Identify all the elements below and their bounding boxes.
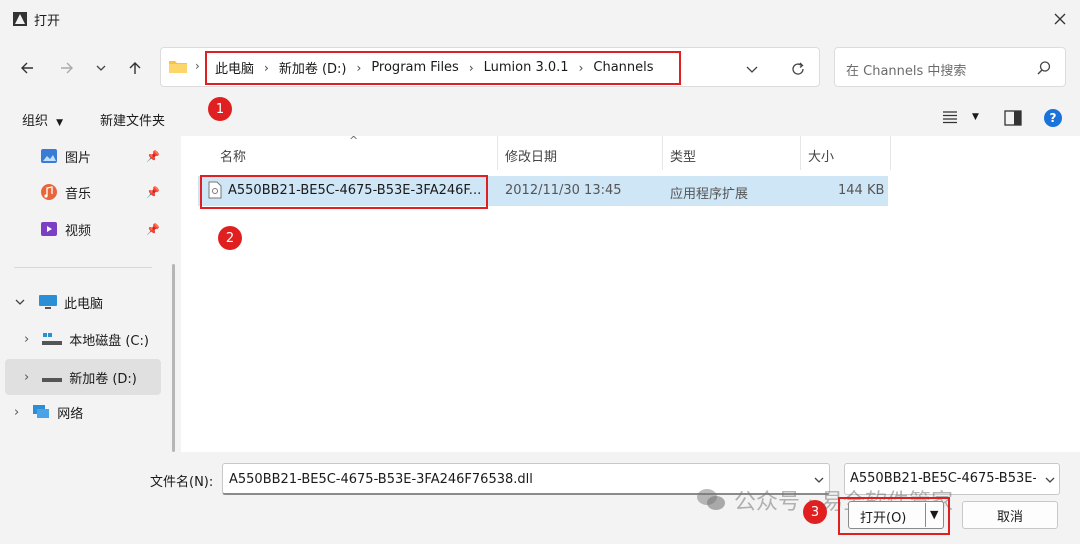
help-icon[interactable]: ? bbox=[1044, 109, 1062, 127]
annotation-badge-1: 1 bbox=[208, 97, 232, 121]
window-title: 打开 bbox=[34, 14, 61, 29]
nav-scrollbar[interactable] bbox=[172, 264, 175, 452]
column-header-type[interactable]: 类型 bbox=[670, 146, 696, 165]
pictures-icon bbox=[41, 149, 57, 163]
breadcrumb-separator-icon: › bbox=[578, 60, 584, 75]
breadcrumb-separator-icon: › bbox=[468, 60, 474, 75]
forward-button[interactable] bbox=[52, 54, 82, 82]
close-button[interactable] bbox=[1046, 6, 1074, 32]
back-button[interactable] bbox=[12, 54, 42, 82]
nav-item-label: 新加卷 (D:) bbox=[69, 371, 137, 387]
nav-item-label: 本地磁盘 (C:) bbox=[69, 333, 149, 349]
search-icon[interactable] bbox=[1036, 60, 1052, 76]
refresh-button[interactable] bbox=[786, 56, 810, 82]
pin-icon[interactable]: 📌 bbox=[146, 186, 160, 199]
folder-icon bbox=[169, 61, 187, 73]
refresh-icon bbox=[792, 62, 804, 75]
address-chevron-icon: › bbox=[195, 59, 200, 73]
nav-item-pictures[interactable]: 图片 📌 bbox=[40, 141, 160, 171]
view-options-button[interactable]: ▼ bbox=[942, 110, 979, 124]
drive-c-icon bbox=[42, 333, 63, 345]
drive-d-icon bbox=[42, 378, 63, 382]
nav-item-drive-c[interactable]: › 本地磁盘 (C:) bbox=[24, 324, 149, 354]
recent-locations-button[interactable] bbox=[86, 54, 116, 82]
nav-item-label: 音乐 bbox=[65, 186, 92, 202]
computer-icon bbox=[39, 295, 57, 309]
nav-item-label: 视频 bbox=[65, 223, 92, 239]
column-separator[interactable] bbox=[890, 136, 891, 170]
preview-pane-icon[interactable] bbox=[1004, 110, 1022, 126]
nav-item-label: 网络 bbox=[57, 406, 84, 422]
column-header-name[interactable]: 名称 bbox=[220, 146, 246, 165]
list-view-icon bbox=[943, 111, 957, 124]
filename-value[interactable]: A550BB21-BE5C-4675-B53E-3FA246F76538.dll bbox=[229, 472, 533, 487]
column-header-modified[interactable]: 修改日期 bbox=[505, 146, 557, 165]
caret-down-icon: ▼ bbox=[972, 112, 979, 122]
sort-ascending-icon: ^ bbox=[349, 134, 359, 147]
nav-item-music[interactable]: 音乐 📌 bbox=[40, 177, 160, 207]
organize-label: 组织 bbox=[22, 114, 49, 129]
wechat-icon bbox=[697, 489, 725, 510]
nav-item-label: 图片 bbox=[65, 150, 92, 166]
breadcrumb-separator-icon: › bbox=[356, 60, 362, 75]
nav-item-label: 此电脑 bbox=[64, 296, 104, 312]
arrow-up-icon bbox=[129, 62, 141, 74]
arrow-left-icon bbox=[21, 62, 33, 74]
chevron-right-icon[interactable]: › bbox=[14, 405, 19, 420]
column-header-size[interactable]: 大小 bbox=[808, 146, 834, 165]
nav-item-this-pc[interactable]: 此电脑 bbox=[14, 287, 103, 317]
annotation-badge-3: 3 bbox=[803, 500, 827, 524]
breadcrumb-drive-d[interactable]: 新加卷 (D:) bbox=[279, 58, 347, 77]
organize-button[interactable]: 组织 ▼ bbox=[22, 110, 63, 129]
nav-item-network[interactable]: › 网络 bbox=[14, 397, 83, 427]
filename-label: 文件名(N): bbox=[150, 475, 214, 490]
arrow-right-icon bbox=[61, 62, 73, 74]
nav-divider bbox=[14, 267, 152, 268]
breadcrumb: 此电脑 › 新加卷 (D:) › Program Files › Lumion … bbox=[215, 58, 654, 77]
network-icon bbox=[33, 405, 50, 418]
pin-icon[interactable]: 📌 bbox=[146, 223, 160, 236]
file-size: 144 KB bbox=[838, 183, 885, 198]
up-button[interactable] bbox=[120, 54, 150, 82]
address-dropdown-icon[interactable] bbox=[740, 56, 764, 82]
new-folder-button[interactable]: 新建文件夹 bbox=[100, 110, 165, 129]
cancel-button[interactable]: 取消 bbox=[962, 501, 1058, 529]
column-separator[interactable] bbox=[662, 136, 663, 170]
breadcrumb-lumion[interactable]: Lumion 3.0.1 bbox=[484, 60, 569, 75]
annotation-badge-2: 2 bbox=[218, 226, 242, 250]
caret-down-icon: ▼ bbox=[56, 118, 64, 128]
breadcrumb-this-pc[interactable]: 此电脑 bbox=[215, 58, 254, 77]
chevron-down-icon bbox=[96, 65, 106, 71]
music-icon bbox=[41, 184, 57, 200]
search-placeholder: 在 Channels 中搜索 bbox=[846, 64, 967, 79]
chevron-down-icon[interactable] bbox=[14, 296, 26, 308]
close-icon bbox=[1054, 13, 1066, 25]
file-highlight-box bbox=[200, 175, 488, 209]
open-highlight-box bbox=[838, 497, 950, 535]
chevron-right-icon[interactable]: › bbox=[24, 370, 29, 385]
videos-icon bbox=[41, 222, 57, 236]
pin-icon[interactable]: 📌 bbox=[146, 150, 160, 163]
chevron-down-icon[interactable] bbox=[1044, 474, 1056, 486]
nav-item-videos[interactable]: 视频 📌 bbox=[40, 214, 160, 244]
column-separator[interactable] bbox=[800, 136, 801, 170]
chevron-right-icon[interactable]: › bbox=[24, 332, 29, 347]
file-type: 应用程序扩展 bbox=[670, 187, 749, 202]
file-modified: 2012/11/30 13:45 bbox=[505, 183, 622, 198]
title-bar bbox=[0, 0, 1080, 38]
app-icon bbox=[13, 12, 27, 26]
breadcrumb-program-files[interactable]: Program Files bbox=[371, 60, 459, 75]
column-separator[interactable] bbox=[497, 136, 498, 170]
breadcrumb-channels[interactable]: Channels bbox=[593, 60, 653, 75]
breadcrumb-separator-icon: › bbox=[264, 60, 269, 75]
nav-item-drive-d[interactable]: › 新加卷 (D:) bbox=[24, 362, 137, 392]
